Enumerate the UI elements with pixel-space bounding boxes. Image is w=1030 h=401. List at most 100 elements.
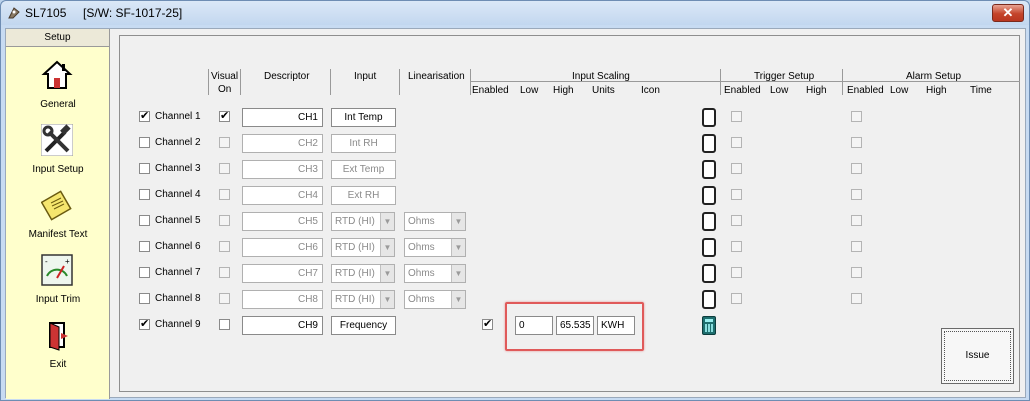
svg-text:+: +: [65, 257, 70, 266]
channel-6-icon-slot[interactable]: [702, 238, 716, 257]
header-scaling-high: High: [553, 85, 574, 96]
sidebar-item-input-setup[interactable]: Input Setup: [6, 124, 110, 186]
channel-8-enable-checkbox[interactable]: [139, 293, 150, 304]
dropdown-value: Ohms: [408, 216, 435, 227]
channel-2-icon-slot[interactable]: [702, 134, 716, 153]
channel-9-descriptor[interactable]: CH9: [242, 316, 323, 335]
sidebar-item-label: Input Setup: [32, 164, 84, 175]
channel-8-visual-checkbox[interactable]: [219, 293, 230, 304]
header-scaling-units: Units: [592, 85, 615, 96]
channel-5-trigger-checkbox[interactable]: [731, 215, 742, 226]
channel-1-trigger-checkbox[interactable]: [731, 111, 742, 122]
channel-label: Channel 7: [155, 267, 201, 278]
channel-1-alarm-checkbox[interactable]: [851, 111, 862, 122]
column-divider: [240, 69, 241, 95]
channel-6-input-dropdown[interactable]: RTD (HI) ▼: [331, 238, 395, 257]
sidebar-item-input-trim[interactable]: - + Input Trim: [6, 254, 110, 316]
chevron-down-icon: ▼: [380, 239, 394, 256]
sidebar-item-label: Exit: [49, 359, 67, 370]
channel-1-input[interactable]: Int Temp: [331, 108, 396, 127]
channel-4-icon-slot[interactable]: [702, 186, 716, 205]
channel-5-input-dropdown[interactable]: RTD (HI) ▼: [331, 212, 395, 231]
channel-6-linearisation-dropdown[interactable]: Ohms ▼: [404, 238, 466, 257]
channel-6-visual-checkbox[interactable]: [219, 241, 230, 252]
channel-8-linearisation-dropdown[interactable]: Ohms ▼: [404, 290, 466, 309]
channel-6-descriptor[interactable]: CH6: [242, 238, 323, 257]
channel-9-scaling-enable-checkbox[interactable]: ✔: [482, 318, 493, 330]
channel-7-enable-checkbox[interactable]: [139, 267, 150, 278]
channel-2-descriptor[interactable]: CH2: [242, 134, 323, 153]
channel-label: Channel 4: [155, 189, 201, 200]
channel-7-input-dropdown[interactable]: RTD (HI) ▼: [331, 264, 395, 283]
svg-text:-: -: [45, 257, 48, 266]
sidebar-item-general[interactable]: General: [6, 59, 110, 121]
channel-4-visual-checkbox[interactable]: [219, 189, 230, 200]
channel-3-icon-slot[interactable]: [702, 160, 716, 179]
channel-8-input-dropdown[interactable]: RTD (HI) ▼: [331, 290, 395, 309]
header-input: Input: [354, 71, 377, 82]
client-area: Setup General Input Setup Manifest Text …: [5, 28, 1026, 399]
channel-3-input[interactable]: Ext Temp: [331, 160, 396, 179]
channel-8-alarm-checkbox[interactable]: [851, 293, 862, 304]
channel-2-visual-checkbox[interactable]: [219, 137, 230, 148]
channel-1-enable-checkbox[interactable]: ✔: [139, 110, 150, 122]
channel-2-input[interactable]: Int RH: [331, 134, 396, 153]
channel-4-descriptor[interactable]: CH4: [242, 186, 323, 205]
channel-7-icon-slot[interactable]: [702, 264, 716, 283]
exit-door-icon: [49, 322, 68, 351]
issue-button[interactable]: Issue: [941, 328, 1014, 384]
column-divider: [399, 69, 400, 95]
channel-2-trigger-checkbox[interactable]: [731, 137, 742, 148]
channel-5-icon-slot[interactable]: [702, 212, 716, 231]
setup-sidebar: Setup General Input Setup Manifest Text …: [6, 29, 110, 399]
app-window: SL7105 [S/W: SF-1017-25] ✕ Setup General: [0, 0, 1030, 401]
channel-9-visual-checkbox[interactable]: [219, 319, 230, 330]
channel-6-trigger-checkbox[interactable]: [731, 241, 742, 252]
channel-label: Channel 6: [155, 241, 201, 252]
channel-3-trigger-checkbox[interactable]: [731, 163, 742, 174]
channel-2-alarm-checkbox[interactable]: [851, 137, 862, 148]
channel-label: Channel 3: [155, 163, 201, 174]
channel-4-input[interactable]: Ext RH: [331, 186, 396, 205]
channel-4-enable-checkbox[interactable]: [139, 189, 150, 200]
channel-5-linearisation-dropdown[interactable]: Ohms ▼: [404, 212, 466, 231]
app-icon: [8, 7, 20, 19]
channel-8-icon-slot[interactable]: [702, 290, 716, 309]
header-scaling-enabled: Enabled: [472, 85, 509, 96]
channel-4-alarm-checkbox[interactable]: [851, 189, 862, 200]
channel-8-descriptor[interactable]: CH8: [242, 290, 323, 309]
header-trigger-low: Low: [770, 85, 789, 96]
channel-3-visual-checkbox[interactable]: [219, 163, 230, 174]
channel-6-enable-checkbox[interactable]: [139, 241, 150, 252]
channel-5-enable-checkbox[interactable]: [139, 215, 150, 226]
channel-7-trigger-checkbox[interactable]: [731, 267, 742, 278]
channel-3-descriptor[interactable]: CH3: [242, 160, 323, 179]
sidebar-item-exit[interactable]: Exit: [6, 319, 110, 381]
channel-9-enable-checkbox[interactable]: ✔: [139, 318, 150, 330]
channel-7-alarm-checkbox[interactable]: [851, 267, 862, 278]
channel-6-alarm-checkbox[interactable]: [851, 241, 862, 252]
channel-5-alarm-checkbox[interactable]: [851, 215, 862, 226]
channel-5-visual-checkbox[interactable]: [219, 215, 230, 226]
channel-3-alarm-checkbox[interactable]: [851, 163, 862, 174]
channel-7-linearisation-dropdown[interactable]: Ohms ▼: [404, 264, 466, 283]
column-divider: [330, 69, 331, 95]
header-visual: Visual: [211, 71, 239, 82]
channel-4-trigger-checkbox[interactable]: [731, 189, 742, 200]
channel-1-visual-checkbox[interactable]: ✔: [219, 110, 230, 122]
sidebar-item-manifest-text[interactable]: Manifest Text: [6, 189, 110, 251]
channel-2-enable-checkbox[interactable]: [139, 137, 150, 148]
calculator-icon[interactable]: [702, 316, 716, 335]
channel-label: Channel 5: [155, 215, 201, 226]
channel-1-descriptor[interactable]: CH1: [242, 108, 323, 127]
channel-7-descriptor[interactable]: CH7: [242, 264, 323, 283]
close-button[interactable]: ✕: [992, 4, 1024, 22]
channel-1-icon-slot[interactable]: [702, 108, 716, 127]
channel-8-trigger-checkbox[interactable]: [731, 293, 742, 304]
channel-7-visual-checkbox[interactable]: [219, 267, 230, 278]
sidebar-item-label: General: [40, 99, 76, 110]
chevron-down-icon: ▼: [380, 265, 394, 282]
channel-3-enable-checkbox[interactable]: [139, 163, 150, 174]
channel-5-descriptor[interactable]: CH5: [242, 212, 323, 231]
channel-9-input[interactable]: Frequency: [331, 316, 396, 335]
